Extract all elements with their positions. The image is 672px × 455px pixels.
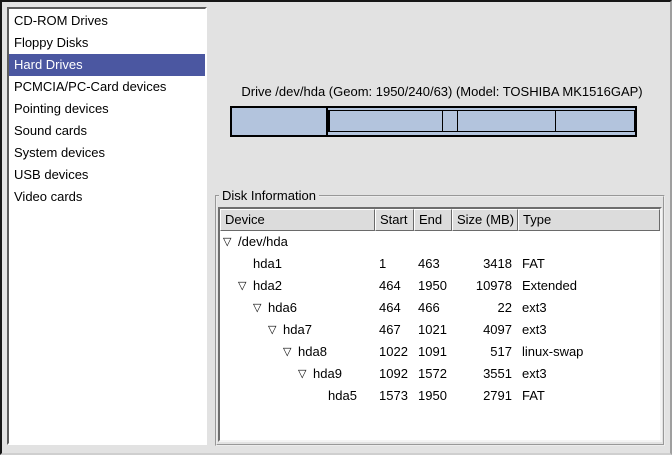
start-value: 464: [375, 297, 414, 319]
type-value: FAT: [518, 253, 660, 275]
device-name: hda1: [253, 256, 282, 271]
partition-segment-hda5: [556, 111, 634, 131]
device-name: hda8: [298, 344, 327, 359]
end-value: [414, 231, 452, 253]
sidebar-item-pointing-devices[interactable]: Pointing devices: [9, 98, 205, 120]
sidebar-item-floppy-disks[interactable]: Floppy Disks: [9, 32, 205, 54]
size-value: 517: [452, 341, 518, 363]
device-name: hda6: [268, 300, 297, 315]
end-value: 1021: [414, 319, 452, 341]
start-value: 464: [375, 275, 414, 297]
hardware-browser-window: CD-ROM DrivesFloppy DisksHard DrivesPCMC…: [0, 0, 672, 455]
end-value: 463: [414, 253, 452, 275]
size-value: 3551: [452, 363, 518, 385]
end-value: 1091: [414, 341, 452, 363]
disk-information-label: Disk Information: [219, 188, 319, 203]
start-value: 467: [375, 319, 414, 341]
size-value: 4097: [452, 319, 518, 341]
column-header-type[interactable]: Type: [518, 209, 660, 231]
table-row-hda2[interactable]: ▽hda2 464195010978Extended: [220, 275, 660, 297]
type-value: Extended: [518, 275, 660, 297]
size-value: 3418: [452, 253, 518, 275]
partition-table: DeviceStartEndSize (MB)Type ▽/dev/hdahda…: [218, 207, 662, 442]
end-value: 1572: [414, 363, 452, 385]
type-value: linux-swap: [518, 341, 660, 363]
column-header-end[interactable]: End: [414, 209, 452, 231]
partition-segment-hda8: [443, 111, 457, 131]
device-name: /dev/hda: [238, 234, 288, 249]
sidebar-item-system-devices[interactable]: System devices: [9, 142, 205, 164]
drive-info-label: Drive /dev/hda (Geom: 1950/240/63) (Mode…: [217, 84, 667, 101]
end-value: 1950: [414, 385, 452, 407]
sidebar-item-video-cards[interactable]: Video cards: [9, 186, 205, 208]
table-row-hda5[interactable]: hda5 157319502791FAT: [220, 385, 660, 407]
device-name: hda2: [253, 278, 282, 293]
type-value: ext3: [518, 297, 660, 319]
column-header-start[interactable]: Start: [375, 209, 414, 231]
size-value: 22: [452, 297, 518, 319]
size-value: 2791: [452, 385, 518, 407]
device-name: hda9: [313, 366, 342, 381]
end-value: 1950: [414, 275, 452, 297]
table-row-hda7[interactable]: ▽hda7 46710214097ext3: [220, 319, 660, 341]
type-value: ext3: [518, 363, 660, 385]
sidebar-item-sound-cards[interactable]: Sound cards: [9, 120, 205, 142]
partition-table-header: DeviceStartEndSize (MB)Type: [220, 209, 660, 231]
start-value: [375, 231, 414, 253]
sidebar-item-cd-rom-drives[interactable]: CD-ROM Drives: [9, 10, 205, 32]
disk-partition-bar: [230, 106, 637, 137]
start-value: 1573: [375, 385, 414, 407]
expander-down-icon[interactable]: ▽: [223, 231, 238, 253]
table-row-hda9[interactable]: ▽hda9 109215723551ext3: [220, 363, 660, 385]
size-value: [452, 231, 518, 253]
expander-down-icon[interactable]: ▽: [253, 297, 268, 319]
device-name: hda7: [283, 322, 312, 337]
table-row-hda1[interactable]: hda1 14633418FAT: [220, 253, 660, 275]
table-row-dev-hda[interactable]: ▽/dev/hda: [220, 231, 660, 253]
partition-segment-hda9: [458, 111, 557, 131]
device-name: hda5: [328, 388, 357, 403]
partition-segment-hda7: [330, 111, 444, 131]
partition-segment-hda2: [328, 110, 635, 132]
expander-down-icon[interactable]: ▽: [298, 363, 313, 385]
expander-down-icon[interactable]: ▽: [238, 275, 253, 297]
expander-down-icon[interactable]: ▽: [283, 341, 298, 363]
partition-segment-hda1: [232, 108, 328, 135]
start-value: 1092: [375, 363, 414, 385]
sidebar-item-pcmcia-pc-card-devices[interactable]: PCMCIA/PC-Card devices: [9, 76, 205, 98]
table-row-hda6[interactable]: ▽hda6 46446622ext3: [220, 297, 660, 319]
device-category-list: CD-ROM DrivesFloppy DisksHard DrivesPCMC…: [7, 7, 207, 445]
size-value: 10978: [452, 275, 518, 297]
sidebar-item-usb-devices[interactable]: USB devices: [9, 164, 205, 186]
end-value: 466: [414, 297, 452, 319]
type-value: ext3: [518, 319, 660, 341]
partition-table-body: ▽/dev/hdahda114633418FAT▽hda246419501097…: [220, 231, 660, 407]
column-header-size-mb[interactable]: Size (MB): [452, 209, 518, 231]
sidebar-item-hard-drives[interactable]: Hard Drives: [9, 54, 205, 76]
table-row-hda8[interactable]: ▽hda8 10221091517linux-swap: [220, 341, 660, 363]
start-value: 1022: [375, 341, 414, 363]
expander-down-icon[interactable]: ▽: [268, 319, 283, 341]
type-value: [518, 231, 660, 253]
start-value: 1: [375, 253, 414, 275]
column-header-device[interactable]: Device: [220, 209, 375, 231]
type-value: FAT: [518, 385, 660, 407]
